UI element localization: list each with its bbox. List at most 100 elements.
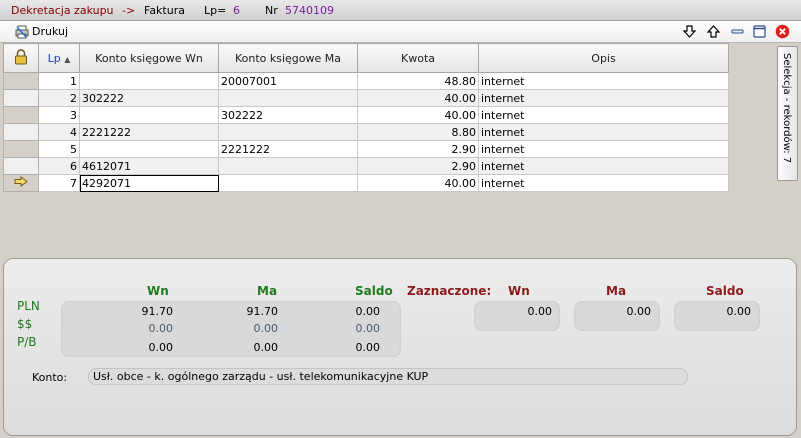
cell-opis[interactable]: internet: [478, 157, 729, 175]
selected-wn-header: Wn: [508, 284, 530, 298]
usd-wn-value: 0.00: [148, 322, 174, 335]
title-arrow: ->: [122, 4, 136, 17]
selection-side-tab[interactable]: Selekcja - rekordów: 7: [777, 46, 798, 181]
cell-lp[interactable]: 7: [38, 174, 80, 192]
cell-kwota[interactable]: 40.00: [357, 106, 479, 124]
grid-header-row: Lp ▲ Konto księgowe Wn Konto księgowe Ma…: [3, 43, 729, 73]
window-titlebar: Dekretacja zakupu -> Faktura Lp= 6 Nr 57…: [0, 0, 801, 21]
selected-wn-value: 0.00: [527, 305, 553, 318]
data-grid: Lp ▲ Konto księgowe Wn Konto księgowe Ma…: [3, 43, 729, 192]
summary-wn-header: Wn: [147, 284, 169, 298]
close-icon[interactable]: [775, 24, 790, 39]
table-row[interactable]: 3 302222 40.00 internet: [3, 106, 729, 124]
cell-lp[interactable]: 2: [38, 89, 80, 107]
pb-saldo-value: 0.00: [355, 341, 381, 354]
cell-lp[interactable]: 3: [38, 106, 80, 124]
row-label-pb: P/B: [17, 335, 37, 349]
selected-ma-value: 0.00: [626, 305, 652, 318]
module-name: Dekretacja zakupu: [11, 4, 114, 17]
table-row[interactable]: 2 302222 40.00 internet: [3, 89, 729, 107]
cell-kwota[interactable]: 8.80: [357, 123, 479, 141]
usd-ma-value: 0.00: [253, 322, 279, 335]
cell-konto-wn[interactable]: 2221222: [79, 123, 219, 141]
row-selector[interactable]: [3, 123, 39, 141]
table-row[interactable]: 7 4292071 40.00 internet: [3, 174, 729, 192]
selection-tab-label: Selekcja - rekordów: 7: [781, 53, 792, 164]
nr-value: 5740109: [285, 4, 334, 17]
cell-konto-ma[interactable]: 302222: [218, 106, 358, 124]
cell-konto-ma[interactable]: [218, 157, 358, 175]
cell-konto-ma[interactable]: [218, 89, 358, 107]
selected-ma-header: Ma: [606, 284, 627, 298]
column-header-konto-ma[interactable]: Konto księgowe Ma: [218, 43, 358, 73]
table-row[interactable]: 6 4612071 2.90 internet: [3, 157, 729, 175]
row-selector[interactable]: [3, 140, 39, 158]
cell-lp[interactable]: 6: [38, 157, 80, 175]
cell-konto-ma[interactable]: [218, 174, 358, 192]
summary-panel: Wn Ma Saldo Zaznaczone: Wn Ma Saldo PLN …: [3, 258, 797, 436]
cell-opis[interactable]: internet: [478, 106, 729, 124]
summary-saldo-header: Saldo: [355, 284, 393, 298]
table-row[interactable]: 4 2221222 8.80 internet: [3, 123, 729, 141]
cell-konto-wn[interactable]: [79, 140, 219, 158]
column-header-lp[interactable]: Lp ▲: [38, 43, 80, 73]
sort-asc-icon: ▲: [64, 54, 71, 64]
cell-opis[interactable]: internet: [478, 89, 729, 107]
row-selector[interactable]: [3, 72, 39, 90]
lp-value: 6: [233, 4, 240, 17]
row-label-usd: $$: [17, 317, 33, 331]
cell-kwota[interactable]: 2.90: [357, 157, 479, 175]
cell-konto-ma[interactable]: [218, 123, 358, 141]
arrow-up-icon[interactable]: [706, 24, 721, 39]
cell-konto-wn[interactable]: [79, 72, 219, 90]
cell-kwota[interactable]: 48.80: [357, 72, 479, 90]
table-row[interactable]: 5 2221222 2.90 internet: [3, 140, 729, 158]
cell-konto-ma[interactable]: 2221222: [218, 140, 358, 158]
cell-lp[interactable]: 1: [38, 72, 80, 90]
row-selector[interactable]: [3, 106, 39, 124]
row-selector[interactable]: [3, 157, 39, 175]
konto-description: Usł. obce - k. ogólnego zarządu - usł. t…: [93, 370, 429, 383]
cell-konto-wn[interactable]: [79, 106, 219, 124]
print-button[interactable]: Drukuj: [15, 23, 68, 40]
column-header-kwota[interactable]: Kwota: [357, 43, 479, 73]
cell-konto-wn[interactable]: 4612071: [79, 157, 219, 175]
grid-area: Lp ▲ Konto księgowe Wn Konto księgowe Ma…: [3, 43, 775, 279]
selected-label: Zaznaczone:: [407, 284, 492, 298]
column-header-opis[interactable]: Opis: [478, 43, 729, 73]
cell-kwota[interactable]: 2.90: [357, 140, 479, 158]
cell-lp[interactable]: 5: [38, 140, 80, 158]
table-row[interactable]: 1 20007001 48.80 internet: [3, 72, 729, 90]
print-label: Drukuj: [32, 25, 69, 38]
row-label-pln: PLN: [17, 299, 40, 313]
lock-icon: [15, 48, 27, 64]
toolbar: Drukuj: [0, 21, 801, 43]
cell-opis[interactable]: internet: [478, 72, 729, 90]
usd-saldo-value: 0.00: [355, 322, 381, 335]
pb-wn-value: 0.00: [148, 341, 174, 354]
pln-wn-value: 91.70: [141, 305, 174, 318]
row-selector-current[interactable]: [3, 174, 39, 192]
cell-opis[interactable]: internet: [478, 140, 729, 158]
row-selector[interactable]: [3, 89, 39, 107]
pb-ma-value: 0.00: [253, 341, 279, 354]
cell-kwota[interactable]: 40.00: [357, 174, 479, 192]
document-type: Faktura: [144, 4, 185, 17]
cell-opis[interactable]: internet: [478, 174, 729, 192]
lp-label: Lp=: [204, 4, 227, 17]
selected-saldo-value: 0.00: [726, 305, 752, 318]
summary-ma-header: Ma: [257, 284, 278, 298]
arrow-down-icon[interactable]: [682, 24, 697, 39]
cell-kwota[interactable]: 40.00: [357, 89, 479, 107]
cell-konto-wn[interactable]: 4292071: [79, 174, 219, 192]
cell-opis[interactable]: internet: [478, 123, 729, 141]
maximize-icon[interactable]: [752, 24, 767, 39]
cell-konto-ma[interactable]: 20007001: [218, 72, 358, 90]
lock-column-header[interactable]: [3, 43, 39, 73]
konto-description-field: Usł. obce - k. ogólnego zarządu - usł. t…: [88, 368, 688, 385]
column-header-konto-wn[interactable]: Konto księgowe Wn: [79, 43, 219, 73]
cell-konto-wn[interactable]: 302222: [79, 89, 219, 107]
cell-lp[interactable]: 4: [38, 123, 80, 141]
nr-label: Nr: [265, 4, 278, 17]
minimize-icon[interactable]: [730, 24, 745, 39]
